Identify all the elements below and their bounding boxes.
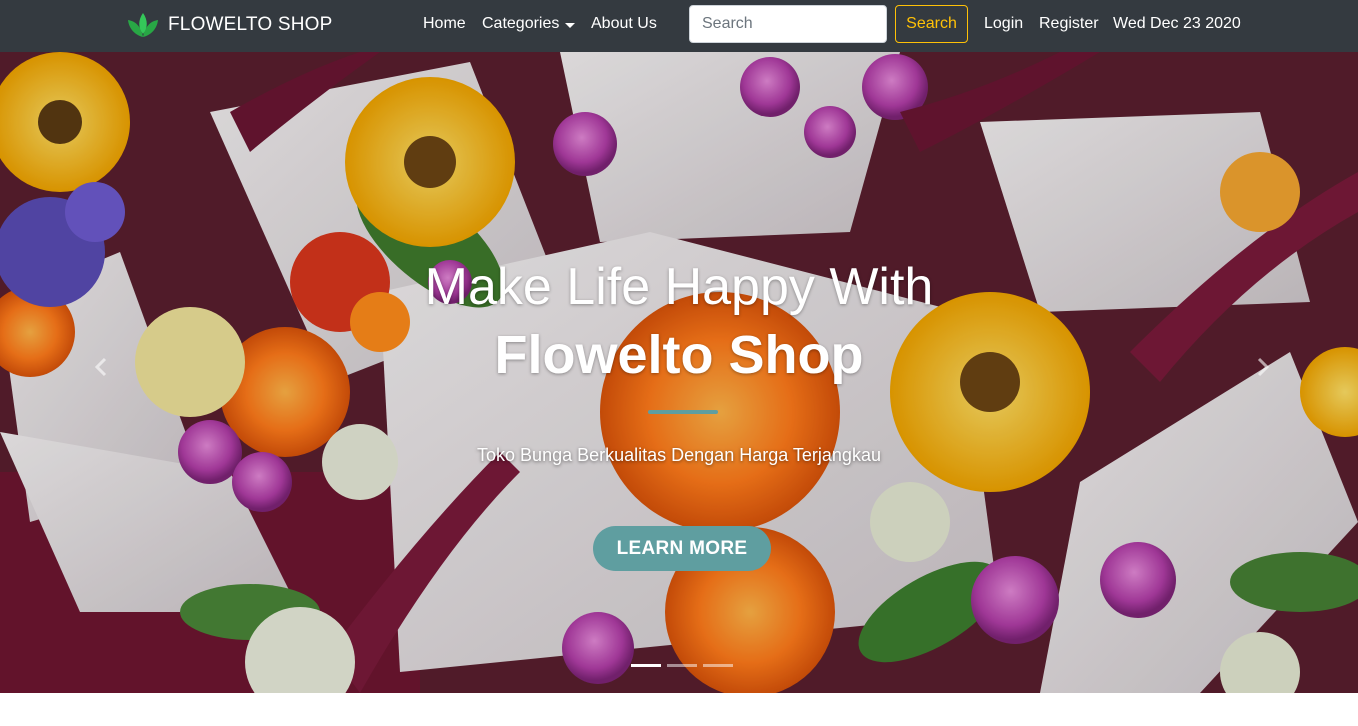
nav-categories-label: Categories	[482, 15, 560, 32]
chevron-left-icon	[94, 357, 107, 377]
hero-title-line2: Flowelto Shop	[494, 325, 864, 385]
carousel-indicators	[631, 664, 733, 667]
nav-login-link[interactable]: Login	[984, 15, 1023, 33]
search-input[interactable]	[689, 5, 887, 43]
nav-about-link[interactable]: About Us	[591, 15, 657, 33]
caret-down-icon	[565, 22, 576, 28]
hero-title-line1: Make Life Happy With	[424, 258, 934, 316]
search-button[interactable]: Search	[895, 5, 968, 43]
leaf-logo-icon	[128, 13, 158, 37]
hero-subtitle: Toko Bunga Berkualitas Dengan Harga Terj…	[477, 445, 881, 465]
carousel-next-button[interactable]	[1248, 352, 1278, 382]
hero-carousel: Make Life Happy With Flowelto Shop Toko …	[0, 52, 1358, 693]
carousel-indicator-3[interactable]	[703, 664, 733, 667]
learn-more-button[interactable]: LEARN MORE	[593, 526, 771, 571]
brand-name: FLOWELTO SHOP	[168, 14, 333, 35]
brand-link[interactable]: FLOWELTO SHOP	[126, 8, 332, 42]
top-navbar: FLOWELTO SHOP Home Categories About Us S…	[0, 0, 1358, 52]
nav-register-link[interactable]: Register	[1039, 15, 1099, 33]
nav-home-link[interactable]: Home	[423, 15, 466, 33]
nav-categories-dropdown[interactable]: Categories	[482, 15, 576, 33]
carousel-prev-button[interactable]	[86, 352, 116, 382]
carousel-indicator-2[interactable]	[667, 664, 697, 667]
current-date: Wed Dec 23 2020	[1113, 15, 1241, 32]
chevron-right-icon	[1257, 357, 1270, 377]
carousel-indicator-1[interactable]	[631, 664, 661, 667]
hero-divider	[648, 410, 718, 414]
